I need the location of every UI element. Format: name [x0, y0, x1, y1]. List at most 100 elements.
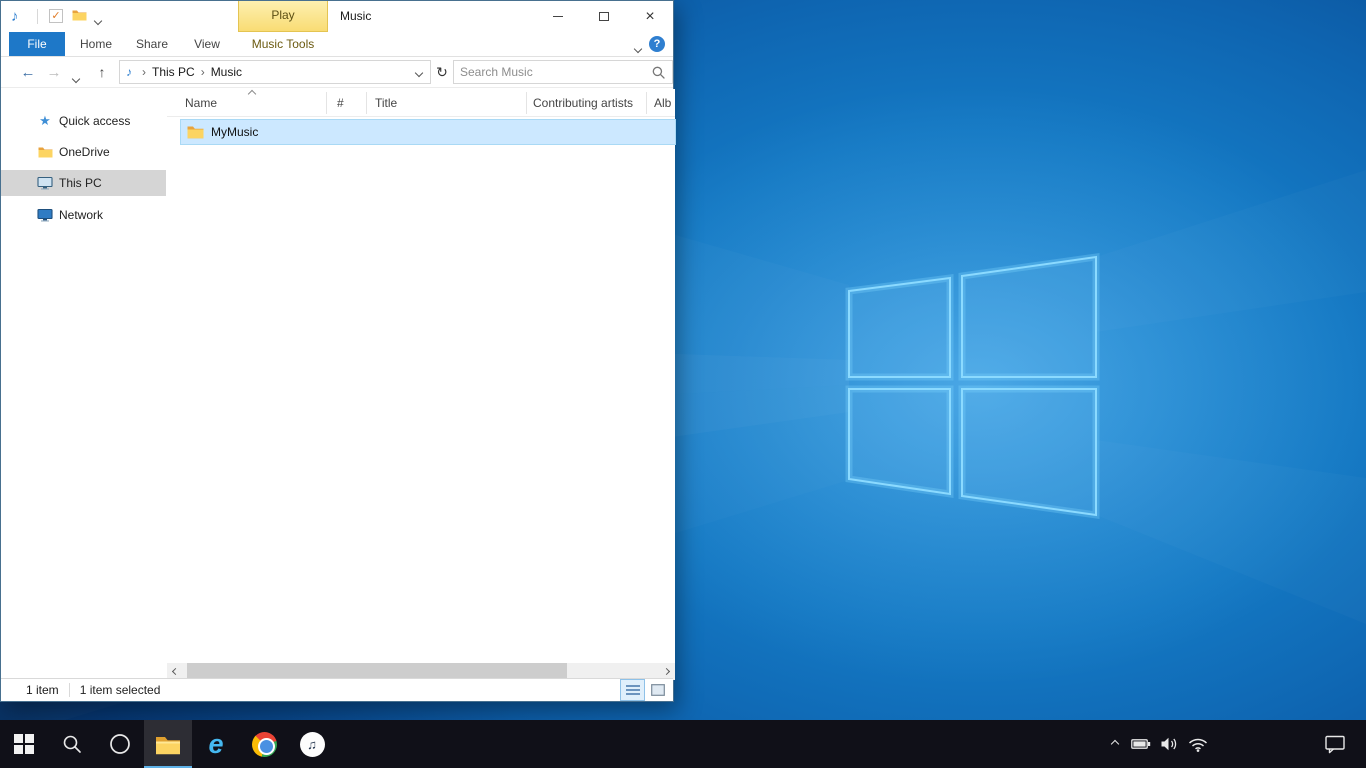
arrow-left-icon — [172, 668, 179, 675]
sidebar-item-network[interactable]: Network — [1, 202, 166, 228]
close-button[interactable]: × — [627, 1, 673, 32]
tab-file[interactable]: File — [9, 32, 65, 56]
column-header-number[interactable]: # — [337, 96, 344, 110]
column-divider[interactable] — [326, 92, 327, 114]
address-bar[interactable]: ♪ › This PC › Music — [119, 60, 431, 84]
ribbon-tab-row: File Home Share View Music Tools ? — [1, 32, 673, 57]
file-name: MyMusic — [211, 125, 258, 139]
search-icon — [62, 734, 82, 754]
large-icons-view-button[interactable] — [646, 680, 669, 700]
taskbar-search-button[interactable] — [48, 720, 96, 768]
internet-explorer-icon: e — [208, 731, 223, 758]
taskbar-music-app-button[interactable]: ♫ — [288, 720, 336, 768]
sort-ascending-icon — [248, 90, 256, 98]
cortana-button[interactable] — [96, 720, 144, 768]
file-row-mymusic[interactable]: MyMusic — [181, 120, 675, 144]
item-count: 1 item — [26, 683, 59, 697]
sidebar-item-quick-access[interactable]: ★ Quick access — [1, 108, 166, 134]
column-divider[interactable] — [526, 92, 527, 114]
qat-properties-icon[interactable]: ✓ — [49, 9, 63, 23]
column-header-name[interactable]: Name — [185, 96, 217, 110]
expand-ribbon-button[interactable] — [635, 41, 641, 55]
taskbar-internet-explorer-button[interactable]: e — [192, 720, 240, 768]
taskbar-chrome-button[interactable] — [240, 720, 288, 768]
chevron-up-icon — [1111, 740, 1119, 748]
column-header-title[interactable]: Title — [375, 96, 397, 110]
close-icon: × — [645, 9, 654, 25]
qat-customize-chevron-icon[interactable] — [95, 13, 101, 27]
search-box — [453, 60, 673, 84]
network-icon — [37, 208, 53, 222]
search-input[interactable] — [454, 65, 652, 79]
breadcrumb-separator: › — [142, 65, 146, 79]
action-center-icon — [1325, 735, 1345, 754]
column-header-album[interactable]: Alb — [654, 96, 671, 110]
sidebar-item-label: This PC — [59, 176, 102, 190]
system-tray — [1108, 720, 1208, 768]
file-list: Name # Title Contributing artists Alb My… — [167, 89, 675, 663]
minimize-icon — [553, 16, 563, 17]
status-divider — [69, 683, 70, 697]
qat-separator — [37, 9, 38, 24]
onedrive-folder-icon — [37, 146, 53, 158]
minimize-button[interactable] — [535, 1, 581, 32]
taskbar-file-explorer-button[interactable] — [144, 720, 192, 768]
tab-home[interactable]: Home — [71, 32, 121, 56]
column-divider[interactable] — [366, 92, 367, 114]
refresh-button[interactable]: ↻ — [433, 60, 451, 84]
large-icons-view-icon — [651, 684, 665, 696]
chevron-down-icon — [72, 75, 80, 83]
sidebar-item-label: Network — [59, 208, 103, 222]
address-dropdown-chevron[interactable] — [416, 65, 422, 79]
battery-icon[interactable] — [1131, 736, 1151, 752]
tab-music-tools[interactable]: Music Tools — [239, 32, 327, 56]
sidebar-item-onedrive[interactable]: OneDrive — [1, 139, 166, 165]
contextual-tab-play[interactable]: Play — [238, 1, 328, 32]
tray-overflow-button[interactable] — [1108, 737, 1122, 751]
title-bar: ♪ ✓ Play Music × — [1, 1, 673, 32]
folder-icon — [72, 9, 87, 21]
taskbar: e ♫ — [0, 720, 1366, 768]
back-button[interactable]: ← — [17, 57, 39, 88]
recent-locations-chevron[interactable] — [73, 71, 79, 85]
cortana-icon — [109, 733, 131, 755]
music-note-glyph: ♫ — [307, 737, 317, 752]
breadcrumb-music[interactable]: Music — [211, 65, 242, 79]
action-center-button[interactable] — [1320, 720, 1350, 768]
file-explorer-window: ♪ ✓ Play Music × File Home Share View Mu… — [0, 0, 674, 702]
navigation-pane: ★ Quick access OneDrive This PC — [1, 89, 166, 663]
tab-view[interactable]: View — [183, 32, 231, 56]
up-button[interactable]: ↑ — [91, 57, 113, 88]
chevron-down-icon — [415, 69, 423, 77]
qat-new-folder-icon[interactable] — [72, 9, 87, 24]
folder-icon — [187, 125, 204, 139]
arrow-right-icon — [663, 668, 670, 675]
chevron-down-icon — [94, 17, 102, 25]
details-view-icon — [626, 684, 640, 696]
address-bar-row: ← → ↑ ♪ › This PC › Music ↻ — [1, 57, 673, 88]
forward-button[interactable]: → — [43, 57, 65, 88]
sidebar-item-label: Quick access — [59, 114, 130, 128]
column-divider[interactable] — [646, 92, 647, 114]
windows-logo-icon — [14, 734, 34, 754]
column-header-contributing-artists[interactable]: Contributing artists — [533, 96, 633, 110]
selection-count: 1 item selected — [80, 683, 161, 697]
music-app-icon: ♫ — [300, 732, 325, 757]
maximize-button[interactable] — [581, 1, 627, 32]
file-explorer-icon — [155, 734, 181, 755]
details-view-button[interactable] — [621, 680, 644, 700]
chrome-icon — [252, 732, 277, 757]
column-headers: Name # Title Contributing artists Alb — [167, 89, 675, 117]
volume-icon[interactable] — [1160, 736, 1179, 752]
help-button[interactable]: ? — [649, 36, 665, 52]
quick-access-star-icon: ★ — [37, 113, 53, 129]
start-button[interactable] — [0, 720, 48, 768]
this-pc-icon — [37, 176, 53, 190]
caption-buttons: × — [535, 1, 673, 32]
maximize-icon — [599, 12, 609, 21]
sidebar-item-this-pc[interactable]: This PC — [1, 170, 166, 196]
breadcrumb-this-pc[interactable]: This PC — [152, 65, 195, 79]
wifi-icon[interactable] — [1188, 737, 1208, 752]
search-icon[interactable] — [652, 66, 665, 79]
tab-share[interactable]: Share — [127, 32, 177, 56]
